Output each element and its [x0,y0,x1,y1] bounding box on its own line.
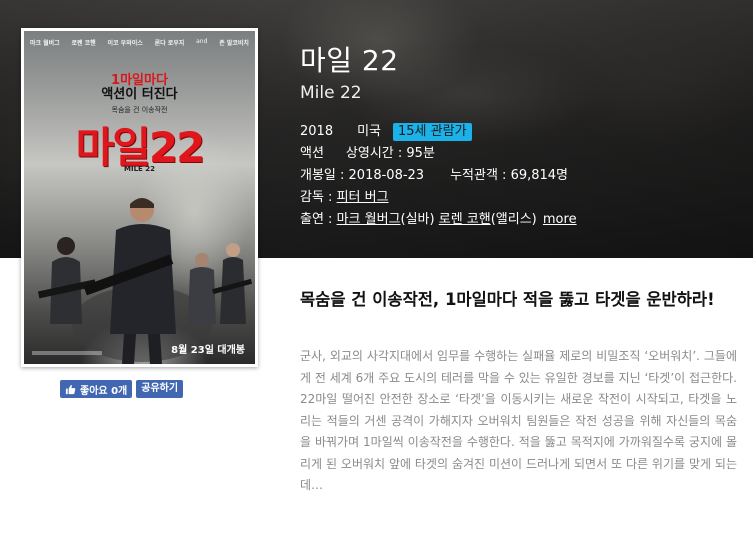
poster-cast-name: and [196,38,208,45]
movie-poster[interactable]: 마크 월버그 로렌 코핸 이코 우와이스 론다 로우지 and 존 말코비치 1… [21,28,258,367]
share-button[interactable]: 공유하기 [136,380,184,398]
poster-cast-name: 존 말코비치 [219,40,249,47]
movie-runtime: 상영시간 : 95분 [345,146,435,161]
movie-release-date: 개봉일 : 2018-08-23 [300,168,425,183]
poster-cast-name: 마크 월버그 [30,40,60,47]
poster-tagline-black: 액션이 터진다 [101,87,178,102]
movie-genre: 액션 [300,146,324,161]
movie-details: 2018 미국 15세 관람가 액션 상영시간 : 95분 개봉일 : 2018-08… [300,121,577,231]
cast-label: 출연 : [300,212,337,227]
movie-year: 2018 [300,124,334,139]
poster-figures-illustration [37,198,253,364]
poster-cast-name: 로렌 코핸 [71,40,96,47]
movie-tagline: 목숨을 건 이송작전, 1마일마다 적을 뚫고 타겟을 운반하라! [300,290,715,309]
detail-row-genre: 액션 상영시간 : 95분 [300,143,577,165]
like-count-label: 좋아요 0개 [80,385,128,397]
poster-image: 마크 월버그 로렌 코핸 이코 우와이스 론다 로우지 and 존 말코비치 1… [24,31,255,364]
movie-english-title: Mile 22 [300,83,362,103]
poster-fine-print [32,351,102,355]
age-rating-badge: 15세 관람가 [393,123,472,141]
cast-link[interactable]: 마크 월버그 [337,212,401,227]
poster-english-title: MILE 22 [124,165,155,173]
movie-title: 마일 22 [300,44,399,77]
detail-row-year: 2018 미국 15세 관람가 [300,121,577,143]
poster-cast-name: 이코 우와이스 [107,40,143,47]
poster-cast-names: 마크 월버그 로렌 코핸 이코 우와이스 론다 로우지 and 존 말코비치 [30,38,249,47]
director-label: 감독 : [300,190,337,205]
cast-link[interactable]: 로렌 코핸 [439,212,491,227]
movie-info: 마일 22 Mile 22 2018 미국 15세 관람가 액션 상영시간 : 95분… [300,44,577,231]
thumbs-up-icon [65,384,76,394]
movie-country: 미국 [357,124,382,139]
facebook-like-button[interactable]: 좋아요 0개 [60,380,133,398]
detail-row-cast: 출연 : 마크 월버그(실바) 로렌 코핸(앨리스) more [300,209,577,231]
social-buttons: 좋아요 0개 공유하기 [60,380,184,398]
cast-role: (실바) [400,212,435,227]
poster-cast-name: 론다 로우지 [154,40,185,47]
movie-synopsis: 군사, 외교의 사각지대에서 임무를 수행하는 실패율 제로의 비밀조직 ‘오버… [300,349,737,492]
director-link[interactable]: 피터 버그 [337,190,389,205]
poster-release-date: 8월 23일 대개봉 [171,345,245,356]
more-cast-link[interactable]: more [543,212,577,227]
cast-role: (앨리스) [490,212,537,227]
detail-row-release: 개봉일 : 2018-08-23 누적관객 : 69,814명 [300,165,577,187]
detail-row-director: 감독 : 피터 버그 [300,187,577,209]
movie-audience: 누적관객 : 69,814명 [450,168,569,183]
